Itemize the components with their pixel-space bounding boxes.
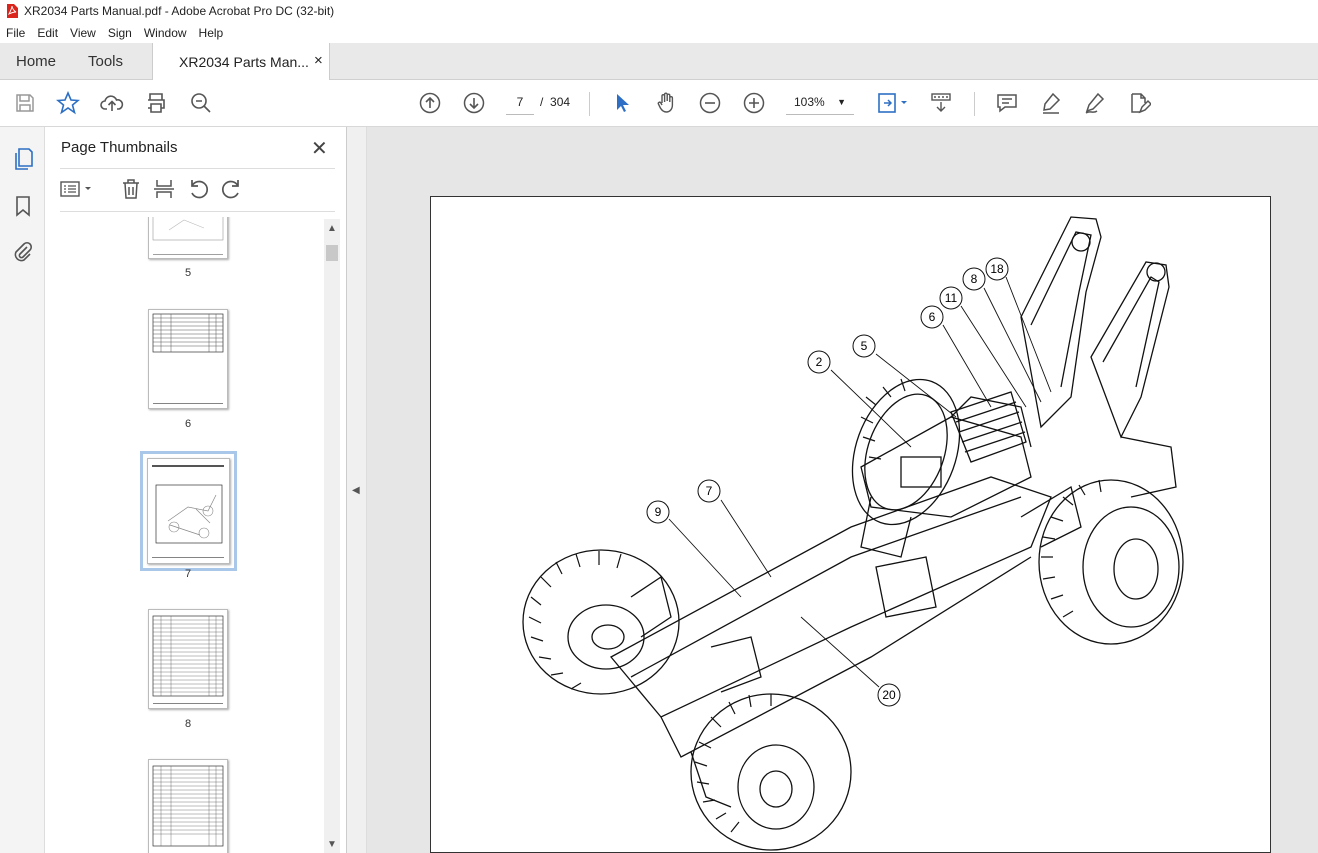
thumbnail-label: 6 (184, 418, 192, 430)
callout-18: 18 (990, 262, 1004, 276)
select-arrow-icon[interactable] (609, 90, 635, 116)
callout-8: 8 (971, 272, 978, 286)
highlight-icon[interactable] (1038, 90, 1064, 116)
tab-home[interactable]: Home (16, 53, 56, 70)
delete-icon[interactable] (119, 177, 143, 201)
save-icon[interactable] (12, 90, 38, 116)
page-total: / 304 (540, 90, 570, 115)
thumbnail-preview (152, 313, 224, 404)
menu-file[interactable]: File (0, 26, 31, 40)
thumbnail-label: 5 (184, 267, 192, 279)
callout-11: 11 (945, 291, 958, 305)
thumbnail-page[interactable] (148, 309, 228, 409)
callout-7: 7 (706, 484, 713, 498)
menu-window[interactable]: Window (138, 26, 193, 40)
title-bar: XR2034 Parts Manual.pdf - Adobe Acrobat … (0, 0, 1318, 22)
thumbnail-label: 7 (184, 568, 192, 580)
print-icon[interactable] (143, 90, 169, 116)
zoom-select[interactable]: 103% ▼ (786, 90, 854, 115)
callout-2: 2 (816, 355, 823, 369)
page-count: 304 (550, 95, 571, 109)
options-menu-icon[interactable] (59, 177, 95, 201)
toolbar-divider (589, 92, 590, 116)
toolbar: 7 / 304 103% ▼ (0, 80, 1318, 127)
callout-6: 6 (929, 310, 936, 324)
menu-sign[interactable]: Sign (102, 26, 138, 40)
callout-20: 20 (882, 688, 896, 702)
chevron-left-icon[interactable]: ◀ (352, 485, 360, 496)
hand-icon[interactable] (653, 90, 679, 116)
left-rail (0, 127, 45, 853)
tab-close-button[interactable]: × (314, 52, 323, 69)
panel-close-button[interactable]: ✕ (311, 136, 328, 161)
fit-page-icon[interactable] (874, 90, 914, 116)
zoom-out-icon[interactable] (697, 90, 723, 116)
tab-document[interactable]: XR2034 Parts Man... × (152, 43, 330, 80)
thumbnail-preview (152, 217, 224, 255)
panel-collapse-handle[interactable]: ◀ (347, 127, 367, 853)
window-title: XR2034 Parts Manual.pdf - Adobe Acrobat … (24, 4, 335, 18)
panel-divider (60, 168, 335, 169)
upload-icon[interactable] (99, 90, 125, 116)
tab-bar: Home Tools XR2034 Parts Man... × (0, 43, 1318, 80)
document-canvas[interactable]: 2 5 6 11 8 18 7 9 20 (367, 127, 1318, 853)
panel-title: Page Thumbnails (61, 139, 178, 156)
draw-icon[interactable] (1082, 90, 1108, 116)
page-thumbnails-icon[interactable] (11, 147, 35, 171)
bookmark-star-icon[interactable] (55, 90, 81, 116)
thumbnail-page[interactable] (148, 217, 228, 259)
attachments-icon[interactable] (11, 240, 35, 264)
zoom-in-icon[interactable] (741, 90, 767, 116)
scrollbar-thumb[interactable] (326, 245, 338, 261)
fill-sign-icon[interactable] (1126, 90, 1152, 116)
panel-divider (60, 211, 335, 212)
parts-diagram: 2 5 6 11 8 18 7 9 20 (522, 216, 1184, 851)
chevron-down-icon: ▼ (837, 97, 846, 107)
rotate-left-icon[interactable] (186, 177, 210, 201)
thumbnail-list: 5 6 7 8 (45, 217, 325, 853)
menu-edit[interactable]: Edit (31, 26, 64, 40)
thumbnail-page[interactable] (148, 759, 228, 853)
bookmarks-icon[interactable] (11, 194, 35, 218)
acrobat-icon (7, 4, 18, 18)
thumbnail-page[interactable] (148, 609, 228, 709)
menu-bar: File Edit View Sign Window Help (0, 22, 1318, 43)
thumbnail-page-selected[interactable] (140, 451, 237, 571)
comment-icon[interactable] (994, 90, 1020, 116)
page-number-input[interactable]: 7 (506, 90, 534, 115)
rotate-right-icon[interactable] (220, 177, 244, 201)
tab-tools[interactable]: Tools (88, 53, 123, 70)
extract-pages-icon[interactable] (152, 177, 176, 201)
scroll-mode-icon[interactable] (928, 90, 954, 116)
zoom-value: 103% (794, 95, 825, 109)
scroll-up-icon[interactable]: ▲ (327, 223, 337, 234)
menu-help[interactable]: Help (193, 26, 230, 40)
thumbnail-preview (152, 465, 224, 558)
page-separator: / (540, 95, 544, 109)
scroll-down-icon[interactable]: ▼ (327, 839, 337, 850)
thumbnail-scrollbar[interactable]: ▲ ▼ (324, 219, 340, 853)
page-up-icon[interactable] (417, 90, 443, 116)
thumbnails-panel: Page Thumbnails ✕ 5 6 7 8 ▲ ▼ (45, 127, 347, 853)
pdf-page: 2 5 6 11 8 18 7 9 20 (430, 196, 1271, 853)
thumbnail-label: 8 (184, 718, 192, 730)
search-zoom-icon[interactable] (188, 90, 214, 116)
thumbnail-preview (152, 765, 224, 847)
toolbar-divider (974, 92, 975, 116)
menu-view[interactable]: View (64, 26, 102, 40)
thumbnail-preview (152, 615, 224, 704)
tab-document-label[interactable]: XR2034 Parts Man... (179, 54, 309, 70)
page-down-icon[interactable] (461, 90, 487, 116)
callout-5: 5 (861, 339, 868, 353)
callout-9: 9 (655, 505, 662, 519)
